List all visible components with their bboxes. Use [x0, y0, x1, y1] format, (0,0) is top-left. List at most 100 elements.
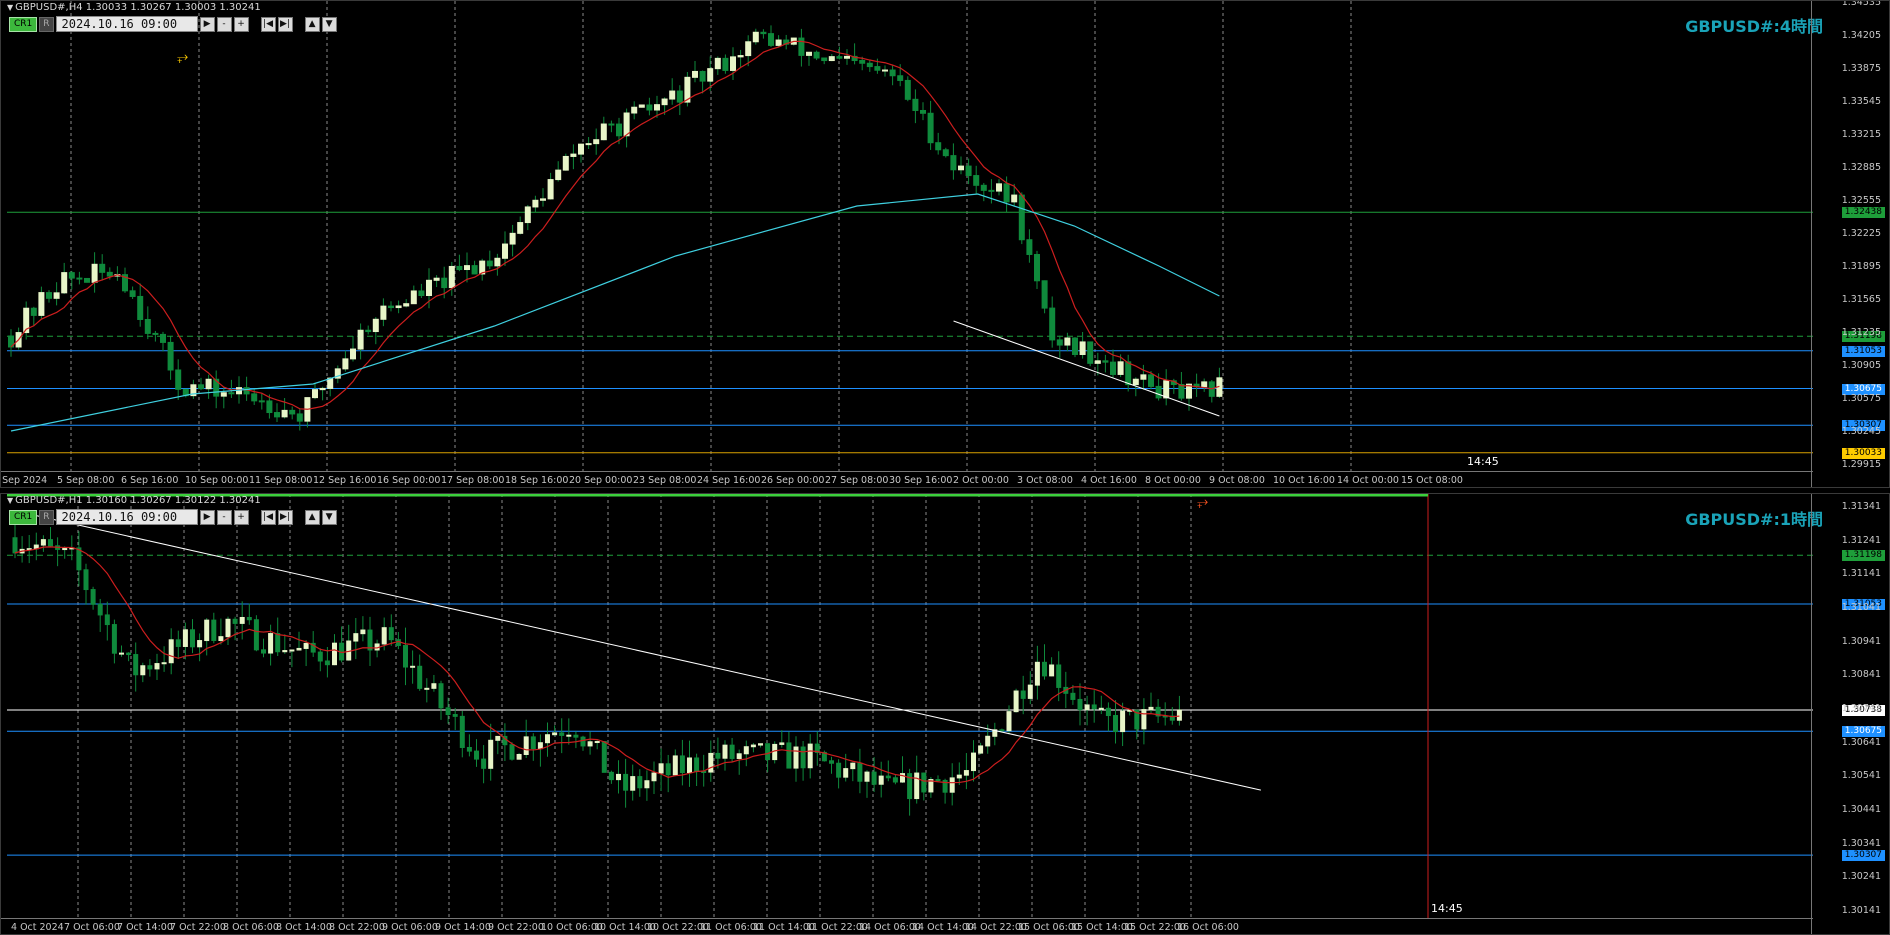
h1-time-axis[interactable]: 4 Oct 2024 7 Oct 06:00 7 Oct 14:00 7 Oct 22…: [1, 918, 1813, 934]
last-icon[interactable]: ▶|: [277, 509, 293, 525]
price-tick-label: 1.30141: [1841, 904, 1881, 916]
collapse-triangle-icon[interactable]: ▼: [7, 496, 13, 505]
bear-candle: [829, 760, 834, 764]
bear-candle: [296, 413, 303, 422]
bear-candle: [46, 292, 52, 299]
time-tick-label: 5 Sep 08:00: [57, 475, 115, 486]
bear-candle: [152, 332, 159, 335]
h1-chart-window[interactable]: ▼ GBPUSD#,H1 1.30160 1.30267 1.30122 1.30…: [0, 493, 1890, 935]
minus-icon[interactable]: -: [216, 509, 232, 525]
bear-candle: [813, 51, 820, 59]
bear-candle: [30, 307, 37, 316]
h1-price-axis[interactable]: 1.31198 1.31053 1.30738 1.30675 1.30307 1.313…: [1811, 494, 1889, 934]
bear-candle: [1110, 361, 1116, 375]
down-icon[interactable]: ▼: [321, 509, 337, 525]
bear-candle: [258, 400, 265, 403]
bull-candle: [714, 57, 721, 70]
first-icon[interactable]: |◀: [260, 509, 276, 525]
bull-candle: [752, 31, 759, 43]
time-tick-label: 8 Oct 00:00: [1145, 475, 1201, 486]
bull-candle: [708, 752, 714, 773]
first-icon[interactable]: |◀: [260, 16, 276, 32]
price-tick-label: 1.30241: [1841, 871, 1881, 883]
bear-candle: [1105, 707, 1111, 717]
time-tick-label: 16 Sep 00:00: [377, 475, 441, 486]
price-level-tag: 1.31053: [1841, 345, 1885, 357]
bull-candle: [433, 277, 440, 281]
bull-candle: [758, 743, 763, 746]
bear-candle: [228, 392, 235, 395]
bull-candle: [218, 636, 224, 642]
price-tick-label: 1.33875: [1841, 62, 1881, 74]
bull-candle: [204, 619, 210, 642]
bull-candle: [566, 734, 572, 737]
h4-plot-area[interactable]: [7, 1, 1813, 473]
bull-candle: [1201, 381, 1208, 388]
price-tick-label: 1.32555: [1841, 194, 1881, 206]
bear-candle: [417, 665, 423, 689]
h4-navigation-toolbar: CR1 R 2024.10.16 09:00 ▶ - + |◀ ▶| ▲ ▼: [9, 16, 337, 32]
play-icon[interactable]: ▶: [199, 16, 215, 32]
plus-icon[interactable]: +: [233, 509, 249, 525]
alert-arrow-icon[interactable]: ⥅: [177, 49, 188, 65]
price-tick-label: 1.30841: [1841, 669, 1881, 681]
collapse-triangle-icon[interactable]: ▼: [7, 3, 13, 12]
bull-candle: [843, 768, 849, 778]
time-tick-label: 7 Oct 22:00: [170, 922, 226, 933]
bull-candle: [424, 687, 430, 690]
bear-candle: [90, 589, 96, 605]
play-icon[interactable]: ▶: [199, 509, 215, 525]
last-icon[interactable]: ▶|: [277, 16, 293, 32]
bear-candle: [365, 329, 372, 333]
bear-candle: [765, 743, 771, 761]
up-icon[interactable]: ▲: [304, 509, 320, 525]
h4-price-chart[interactable]: [7, 1, 1813, 473]
bear-candle: [1148, 374, 1154, 387]
bear-candle: [104, 614, 110, 626]
bull-candle: [1079, 341, 1086, 355]
time-tick-label: 6 Sep 16:00: [121, 475, 179, 486]
cr1-button[interactable]: CR1: [9, 16, 38, 32]
r-button[interactable]: R: [39, 16, 54, 32]
plus-icon[interactable]: +: [233, 16, 249, 32]
bear-candle: [324, 660, 330, 666]
h4-chart-window[interactable]: ▼ GBPUSD#,H4 1.30033 1.30267 1.30003 1.30…: [0, 0, 1890, 488]
h1-price-chart[interactable]: [7, 494, 1813, 920]
minus-icon[interactable]: -: [216, 16, 232, 32]
bull-candle: [357, 329, 364, 350]
time-tick-label: 14 Oct 00:00: [1337, 475, 1399, 486]
bull-candle: [745, 41, 752, 57]
bear-candle: [1077, 698, 1083, 711]
bear-candle: [1020, 690, 1026, 699]
h4-price-axis[interactable]: 1.32438 1.31198 1.31053 1.30675 1.30307 1.300…: [1811, 1, 1889, 487]
date-input[interactable]: 2024.10.16 09:00: [55, 16, 198, 32]
time-tick-label: 10 Oct 16:00: [1273, 475, 1335, 486]
price-level-tag: 1.32438: [1841, 207, 1885, 219]
down-icon[interactable]: ▼: [321, 16, 337, 32]
bull-candle: [722, 744, 728, 759]
price-tick-label: 1.31141: [1841, 568, 1881, 580]
bull-candle: [672, 755, 678, 776]
bull-candle: [524, 206, 531, 224]
bear-candle: [1155, 385, 1162, 399]
h4-time-axis[interactable]: 4 Sep 2024 5 Sep 08:00 6 Sep 16:00 10 Sep 0…: [1, 471, 1813, 487]
bear-candle: [403, 645, 408, 668]
bear-candle: [1056, 664, 1062, 688]
bull-candle: [168, 639, 174, 664]
bull-candle: [205, 378, 212, 390]
bull-candle: [1013, 690, 1019, 713]
bull-candle: [410, 665, 416, 668]
bear-candle: [798, 37, 805, 56]
bull-candle: [1117, 361, 1124, 375]
h1-plot-area[interactable]: [7, 494, 1813, 920]
bull-candle: [1098, 707, 1104, 710]
date-input[interactable]: 2024.10.16 09:00: [55, 509, 198, 525]
time-tick-label: 8 Oct 14:00: [276, 922, 332, 933]
cr1-button[interactable]: CR1: [9, 509, 38, 525]
bear-candle: [729, 744, 735, 759]
bull-candle: [644, 780, 650, 789]
r-button[interactable]: R: [39, 509, 54, 525]
alert-arrow-icon[interactable]: ⥅: [1197, 494, 1208, 510]
bear-candle: [679, 755, 685, 774]
up-icon[interactable]: ▲: [304, 16, 320, 32]
